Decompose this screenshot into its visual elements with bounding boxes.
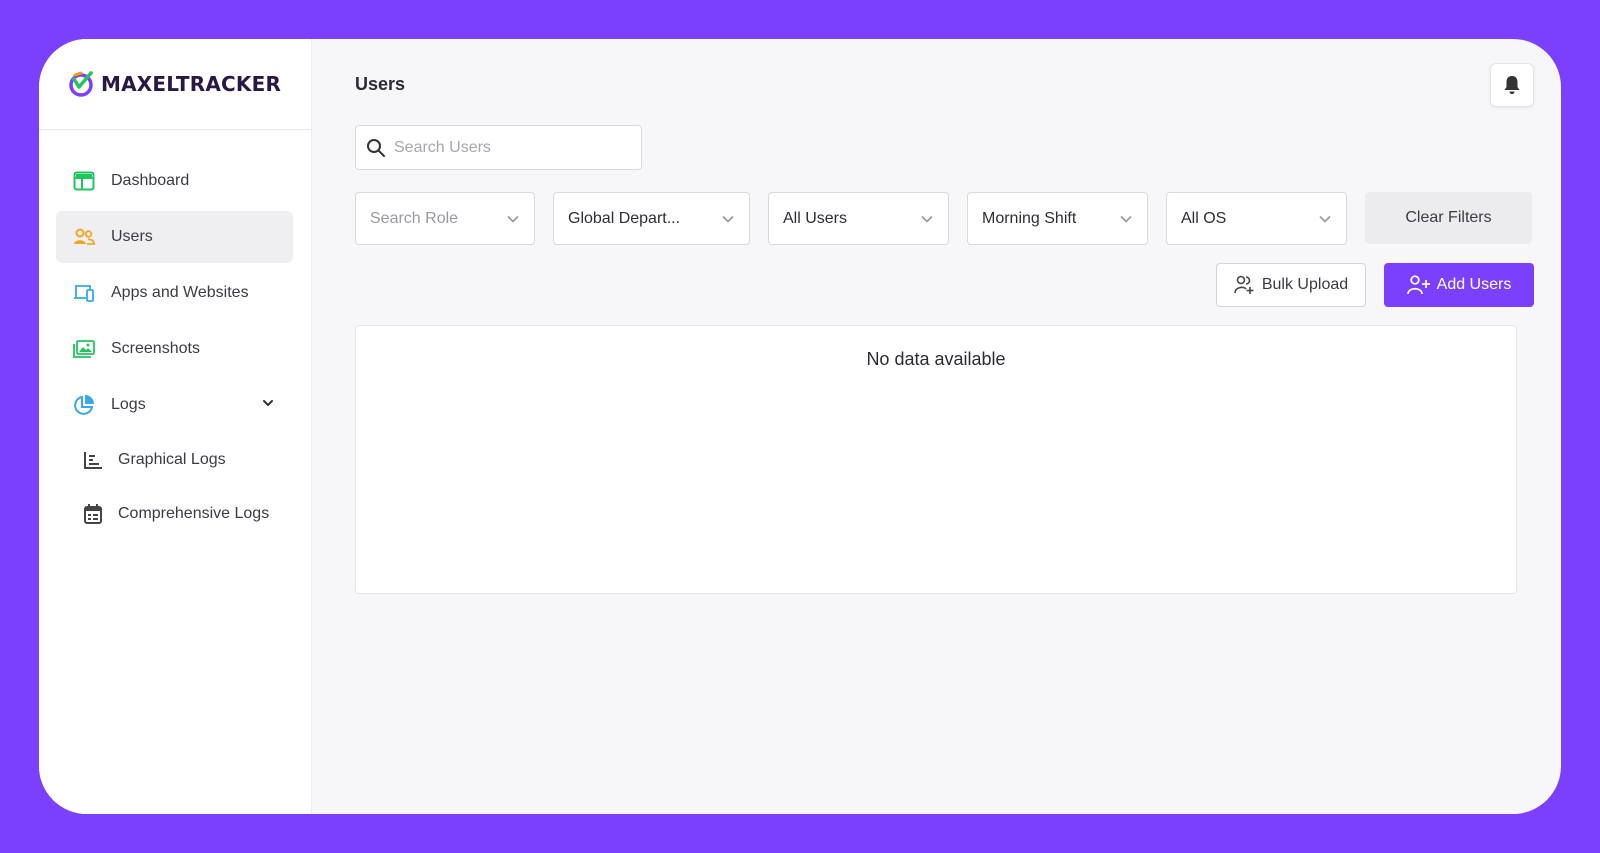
search-icon	[367, 138, 385, 157]
sidebar-item-label: Logs	[111, 396, 146, 413]
sidebar: MAXELTRACKER Dashboard Users Apps and We…	[39, 39, 312, 814]
clear-filters-button[interactable]: Clear Filters	[1365, 192, 1532, 244]
main-content: Users Search Role Global Depart... All U…	[312, 39, 1561, 814]
sidebar-subitem-comprehensive-logs[interactable]: Comprehensive Logs	[56, 489, 293, 539]
os-select-value: All OS	[1181, 209, 1227, 227]
page-title: Users	[355, 74, 406, 94]
users-plus-icon	[1234, 275, 1254, 294]
chevron-down-icon[interactable]	[261, 396, 275, 410]
add-users-button[interactable]: Add Users	[1384, 263, 1534, 307]
pie-chart-icon	[73, 394, 95, 416]
sidebar-item-label: Dashboard	[111, 172, 190, 189]
users-icon	[73, 226, 95, 248]
bell-icon	[1504, 76, 1520, 94]
role-select-value: Search Role	[370, 209, 459, 227]
sidebar-subitem-label: Graphical Logs	[118, 451, 226, 468]
add-users-label: Add Users	[1436, 276, 1512, 293]
search-users-field[interactable]	[355, 125, 642, 170]
user-plus-icon	[1406, 275, 1430, 295]
empty-state-text: No data available	[866, 349, 1006, 369]
sidebar-item-dashboard[interactable]: Dashboard	[56, 155, 293, 207]
app-window: MAXELTRACKER Dashboard Users Apps and We…	[39, 39, 1561, 814]
sidebar-nav: Dashboard Users Apps and Websites Screen…	[39, 130, 311, 539]
users-select-value: All Users	[783, 209, 848, 227]
sidebar-item-label: Users	[111, 228, 153, 245]
sidebar-item-label: Screenshots	[111, 340, 200, 357]
chevron-down-icon	[507, 215, 519, 223]
department-select[interactable]: Global Depart...	[553, 192, 750, 245]
chevron-down-icon	[921, 215, 933, 223]
chevron-down-icon	[1120, 215, 1132, 223]
sidebar-item-apps-and-websites[interactable]: Apps and Websites	[56, 267, 293, 319]
dashboard-icon	[73, 170, 95, 192]
filter-bar: Search Role Global Depart... All Users M…	[355, 192, 1532, 245]
search-input[interactable]	[394, 138, 634, 157]
role-select[interactable]: Search Role	[355, 192, 535, 245]
check-shield-logo-icon	[69, 71, 93, 97]
sidebar-item-logs[interactable]: Logs	[56, 379, 293, 431]
sidebar-item-label: Apps and Websites	[111, 284, 249, 301]
sidebar-item-screenshots[interactable]: Screenshots	[56, 323, 293, 375]
devices-icon	[73, 282, 95, 304]
image-icon	[73, 338, 95, 360]
brand-name: MAXELTRACKER	[101, 72, 282, 96]
chevron-down-icon	[722, 215, 734, 223]
calendar-icon	[82, 503, 104, 525]
sidebar-subitem-graphical-logs[interactable]: Graphical Logs	[56, 435, 293, 485]
user-actions: Bulk Upload Add Users	[1216, 263, 1534, 307]
users-table: No data available	[355, 325, 1517, 594]
department-select-value: Global Depart...	[568, 209, 681, 227]
sidebar-subitem-label: Comprehensive Logs	[118, 505, 270, 522]
logo[interactable]: MAXELTRACKER	[39, 39, 311, 130]
users-select[interactable]: All Users	[768, 192, 949, 245]
sidebar-item-users[interactable]: Users	[56, 211, 293, 263]
bulk-upload-label: Bulk Upload	[1261, 276, 1349, 293]
shift-select-value: Morning Shift	[982, 209, 1077, 227]
shift-select[interactable]: Morning Shift	[967, 192, 1148, 245]
chevron-down-icon	[1319, 215, 1331, 223]
bar-chart-icon	[82, 449, 104, 471]
notifications-button[interactable]	[1490, 63, 1534, 107]
bulk-upload-button[interactable]: Bulk Upload	[1216, 263, 1366, 307]
os-select[interactable]: All OS	[1166, 192, 1347, 245]
